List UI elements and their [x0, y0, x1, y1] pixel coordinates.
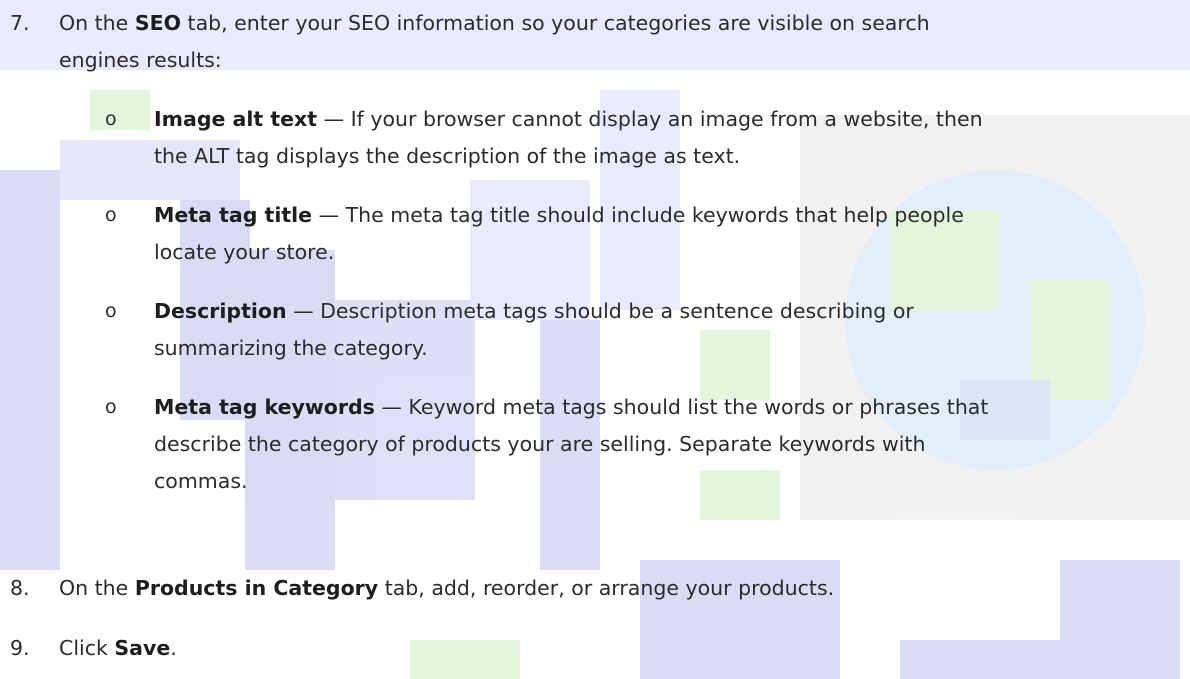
bullet-line: locate your store. — [154, 240, 335, 264]
step-8: 8. On the Products in Category tab, add, … — [10, 570, 834, 607]
bullet-desc: — The meta tag title should include keyw… — [312, 203, 964, 227]
bullet-line: Meta tag keywords — Keyword meta tags sh… — [154, 389, 988, 426]
bullet-line: Description — Description meta tags shou… — [154, 293, 914, 330]
step-text-post: . — [170, 636, 177, 660]
bullet-marker: o — [105, 396, 117, 418]
bullet-line: commas. — [154, 469, 248, 493]
step-text-pre: On the — [59, 11, 135, 35]
bullet-line: Meta tag title — The meta tag title shou… — [154, 197, 964, 234]
bullet-marker: o — [105, 108, 117, 130]
step-text-pre: On the — [59, 576, 135, 600]
step-text-pre: Click — [59, 636, 115, 660]
bullet-term: Meta tag title — [154, 203, 313, 227]
step-7: 7. On the SEO tab, enter your SEO informa… — [10, 5, 930, 42]
bullet-marker: o — [105, 204, 117, 226]
step-7-continuation: engines results: — [59, 48, 222, 72]
step-9: 9. Click Save. — [10, 630, 177, 667]
step-number: 7. — [10, 11, 30, 35]
bullet-line: describe the category of products your a… — [154, 432, 926, 456]
step-number: 8. — [10, 576, 30, 600]
bullet-marker: o — [105, 300, 117, 322]
step-text-post: tab, add, reorder, or arrange your produ… — [378, 576, 835, 600]
bullet-desc: — Description meta tags should be a sent… — [286, 299, 914, 323]
step-bold: SEO — [134, 11, 182, 35]
bullet-desc: — Keyword meta tags should list the word… — [374, 395, 989, 419]
step-text-post: tab, enter your SEO information so your … — [181, 11, 930, 35]
bullet-line: the ALT tag displays the description of … — [154, 144, 741, 168]
bullet-term: Description — [154, 299, 287, 323]
bullet-term: Image alt text — [154, 107, 318, 131]
bullet-desc: — If your browser cannot display an imag… — [317, 107, 983, 131]
bullet-term: Meta tag keywords — [154, 395, 375, 419]
instructions-document: 7. On the SEO tab, enter your SEO informa… — [0, 0, 1190, 679]
step-bold: Products in Category — [134, 576, 379, 600]
bullet-line: Image alt text — If your browser cannot … — [154, 101, 983, 138]
step-number: 9. — [10, 636, 30, 660]
bullet-line: summarizing the category. — [154, 336, 428, 360]
step-bold: Save — [114, 636, 171, 660]
